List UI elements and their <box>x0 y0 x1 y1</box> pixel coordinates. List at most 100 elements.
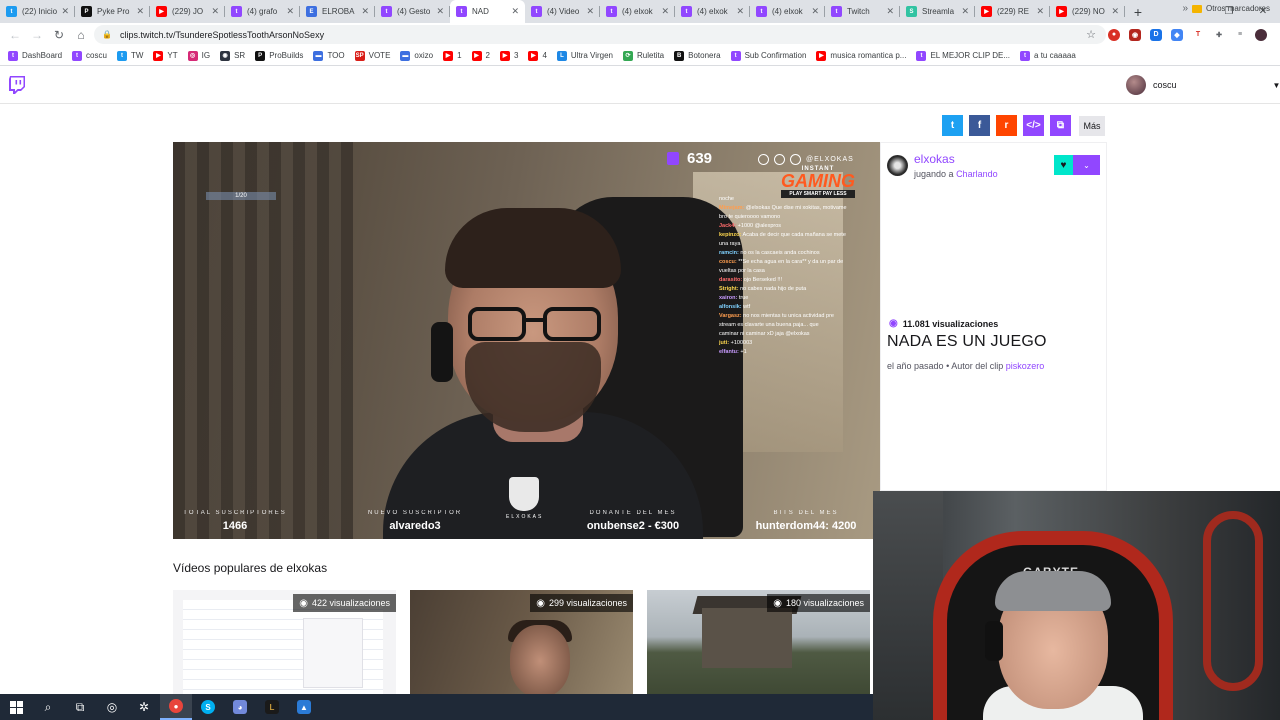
extensions-puzzle-icon[interactable]: ✚ <box>1213 28 1225 41</box>
bookmark-item[interactable]: ▶ 4 <box>528 50 547 61</box>
address-bar[interactable]: 🔒 clips.twitch.tv/TsundereSpotlessToothA… <box>94 25 1106 44</box>
tab-close-icon[interactable]: ✕ <box>211 6 219 17</box>
extension-shield-icon[interactable]: ◆ <box>1171 28 1183 41</box>
reload-button[interactable]: ↻ <box>48 24 70 46</box>
bookmark-item[interactable]: P ProBuilds <box>255 50 303 61</box>
browser-tab[interactable]: ▶ (229) RE ✕ <box>975 0 1050 23</box>
twitter-share-button[interactable]: t <box>942 115 963 136</box>
bookmark-item[interactable]: ⟳ Ruletita <box>623 50 664 61</box>
start-button[interactable] <box>0 694 32 720</box>
bookmark-item[interactable]: t EL MEJOR CLIP DE... <box>916 50 1010 61</box>
popular-video-thumbnail-3[interactable]: ◉ 180 visualizaciones <box>647 590 870 694</box>
channel-name-link[interactable]: elxokas <box>914 152 955 166</box>
bookmark-item[interactable]: t coscu <box>72 50 107 61</box>
clip-video-player[interactable]: 1/20 639 @ELXOKAS INSTANT GAMING PLAY SM… <box>173 142 880 539</box>
new-tab-button[interactable]: + <box>1125 0 1151 23</box>
browser-menu-icon[interactable]: ⋮ <box>1276 28 1280 41</box>
bookmark-item[interactable]: ▬ TOO <box>313 50 345 61</box>
bookmark-item[interactable]: t Sub Confirmation <box>730 50 806 61</box>
bookmark-item[interactable]: ▶ YT <box>153 50 178 61</box>
twitch-logo-icon[interactable] <box>9 76 25 94</box>
tab-close-icon[interactable]: ✕ <box>811 6 819 17</box>
follow-dropdown-button[interactable]: ⌄ <box>1073 155 1100 175</box>
embed-share-button[interactable]: </> <box>1023 115 1044 136</box>
browser-tab[interactable]: t (4) elxok ✕ <box>675 0 750 23</box>
copy-share-button[interactable]: ⧉ <box>1050 115 1071 136</box>
browser-tab[interactable]: t (4) grafo ✕ <box>225 0 300 23</box>
browser-tab[interactable]: ▶ (229) NO ✕ <box>1050 0 1125 23</box>
bookmark-item[interactable]: ▬ oxizo <box>400 50 433 61</box>
reddit-share-button[interactable]: r <box>996 115 1017 136</box>
bookmark-item[interactable]: ▶ 2 <box>471 50 490 61</box>
browser-tab-active[interactable]: t NAD ✕ <box>450 0 525 23</box>
bookmarks-overflow-icon[interactable]: » <box>1182 3 1188 14</box>
back-button[interactable]: ← <box>4 24 26 46</box>
tab-close-icon[interactable]: ✕ <box>286 6 294 17</box>
tab-close-icon[interactable]: ✕ <box>1036 6 1044 17</box>
bookmark-item[interactable]: L Ultra Virgen <box>556 50 613 61</box>
tab-close-icon[interactable]: ✕ <box>1111 6 1119 17</box>
bookmark-item[interactable]: ◎ IG <box>187 50 210 61</box>
tab-close-icon[interactable]: ✕ <box>61 6 69 17</box>
tab-close-icon[interactable]: ✕ <box>136 6 144 17</box>
tab-close-icon[interactable]: ✕ <box>736 6 744 17</box>
tab-close-icon[interactable]: ✕ <box>511 6 519 17</box>
profile-avatar-icon[interactable] <box>1255 28 1267 41</box>
extension-badge-icon[interactable]: ◉ <box>1129 28 1141 41</box>
popular-video-thumbnail-1[interactable]: ◉ 422 visualizaciones <box>173 590 396 694</box>
browser-tab[interactable]: S Streamla ✕ <box>900 0 975 23</box>
tab-close-icon[interactable]: ✕ <box>436 6 444 17</box>
bookmark-item[interactable]: B Botonera <box>674 50 721 61</box>
browser-tab[interactable]: t Twitch ✕ <box>825 0 900 23</box>
clip-author-link[interactable]: piskozero <box>1006 361 1045 371</box>
browser-tab[interactable]: P Pyke Pro ✕ <box>75 0 150 23</box>
tab-close-icon[interactable]: ✕ <box>661 6 669 17</box>
browser-tab[interactable]: t (4) Gesto ✕ <box>375 0 450 23</box>
chrome-icon[interactable]: ● <box>160 694 192 720</box>
bookmark-item[interactable]: ta tu caaaaa <box>1020 50 1076 61</box>
extension-d-icon[interactable]: D <box>1150 28 1162 41</box>
tab-close-icon[interactable]: ✕ <box>961 6 969 17</box>
browser-tab[interactable]: t (4) Video ✕ <box>525 0 600 23</box>
browser-tab[interactable]: ▶ (229) JO ✕ <box>150 0 225 23</box>
bookmark-item[interactable]: ▶ 1 <box>443 50 462 61</box>
extension-to-icon[interactable]: T <box>1192 28 1204 41</box>
obs-icon[interactable]: ◎ <box>96 694 128 720</box>
gear-app-icon[interactable]: ✲ <box>128 694 160 720</box>
popular-video-thumbnail-2[interactable]: ◉ 299 visualizaciones <box>410 590 633 694</box>
task-view-icon[interactable]: ⧉ <box>64 694 96 720</box>
tab-close-icon[interactable]: ✕ <box>886 6 894 17</box>
browser-tab[interactable]: t (4) elxok ✕ <box>750 0 825 23</box>
browser-tab[interactable]: E ELROBA ✕ <box>300 0 375 23</box>
bookmark-favicon-icon: t <box>8 50 18 61</box>
extension-red-icon[interactable]: ● <box>1108 28 1120 41</box>
search-icon[interactable]: ⌕ <box>32 694 64 720</box>
other-bookmarks[interactable]: Otros marcadores <box>1191 4 1270 13</box>
browser-tab[interactable]: t (4) elxok ✕ <box>600 0 675 23</box>
browser-tab[interactable]: t (22) Inicio ✕ <box>0 0 75 23</box>
bookmark-star-icon[interactable]: ☆ <box>1086 28 1096 41</box>
game-launcher-icon[interactable]: L <box>256 694 288 720</box>
discord-icon[interactable]: ◕ <box>224 694 256 720</box>
channel-avatar[interactable] <box>887 155 908 176</box>
tab-close-icon[interactable]: ✕ <box>586 6 594 17</box>
reading-list-icon[interactable]: ≡ <box>1234 28 1246 41</box>
bookmark-item[interactable]: ◉ SR <box>220 50 245 61</box>
home-button[interactable]: ⌂ <box>70 24 92 46</box>
bookmark-item[interactable]: SP VOTE <box>354 50 390 61</box>
user-menu[interactable]: coscu ▼ <box>1126 75 1280 95</box>
follow-heart-button[interactable]: ♥ <box>1054 155 1073 175</box>
bookmark-item[interactable]: t DashBoard <box>8 50 62 61</box>
forward-button[interactable]: → <box>26 24 48 46</box>
bookmark-item[interactable]: ▶ musica romantica p... <box>816 50 906 61</box>
chat-username: Vargasz: <box>719 313 742 319</box>
bookmark-label: TOO <box>327 51 345 60</box>
game-link[interactable]: Charlando <box>956 169 998 179</box>
photos-app-icon[interactable]: ▲ <box>288 694 320 720</box>
tab-close-icon[interactable]: ✕ <box>361 6 369 17</box>
bookmark-item[interactable]: ▶ 3 <box>500 50 518 61</box>
more-share-button[interactable]: Más <box>1079 115 1105 136</box>
skype-icon[interactable]: S <box>192 694 224 720</box>
facebook-share-button[interactable]: f <box>969 115 990 136</box>
bookmark-item[interactable]: t TW <box>116 50 143 61</box>
